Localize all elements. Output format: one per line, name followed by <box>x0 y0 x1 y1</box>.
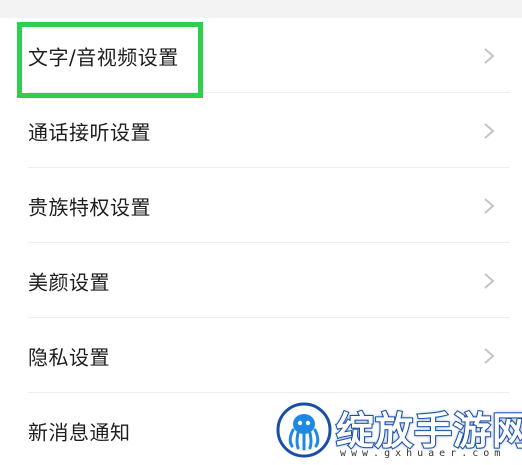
settings-item-noble-privilege[interactable]: 贵族特权设置 <box>0 168 522 243</box>
watermark: 绽放手游网 www.gxhuaer.com <box>270 398 522 465</box>
settings-item-text-av[interactable]: 文字/音视频设置 <box>0 18 522 93</box>
settings-item-label: 文字/音视频设置 <box>28 45 179 69</box>
watermark-url: www.gxhuaer.com <box>340 448 506 459</box>
top-header-strip <box>0 0 522 18</box>
chevron-right-icon <box>484 272 495 289</box>
settings-item-privacy[interactable]: 隐私设置 <box>0 318 522 393</box>
chevron-right-icon <box>484 122 495 139</box>
settings-item-label: 贵族特权设置 <box>28 195 151 219</box>
settings-item-label: 美颜设置 <box>28 270 110 294</box>
settings-item-label: 隐私设置 <box>28 345 110 369</box>
octopus-logo-icon <box>276 402 332 458</box>
settings-item-call-answer[interactable]: 通话接听设置 <box>0 93 522 168</box>
chevron-right-icon <box>484 197 495 214</box>
chevron-right-icon <box>484 47 495 64</box>
settings-item-label: 新消息通知 <box>28 420 131 444</box>
settings-screen: 文字/音视频设置 通话接听设置 贵族特权设置 美颜设置 隐私设置 新消息通知 绽… <box>0 0 522 465</box>
settings-item-label: 通话接听设置 <box>28 120 151 144</box>
watermark-text: 绽放手游网 <box>335 408 522 454</box>
chevron-right-icon <box>484 347 495 364</box>
settings-item-beauty[interactable]: 美颜设置 <box>0 243 522 318</box>
